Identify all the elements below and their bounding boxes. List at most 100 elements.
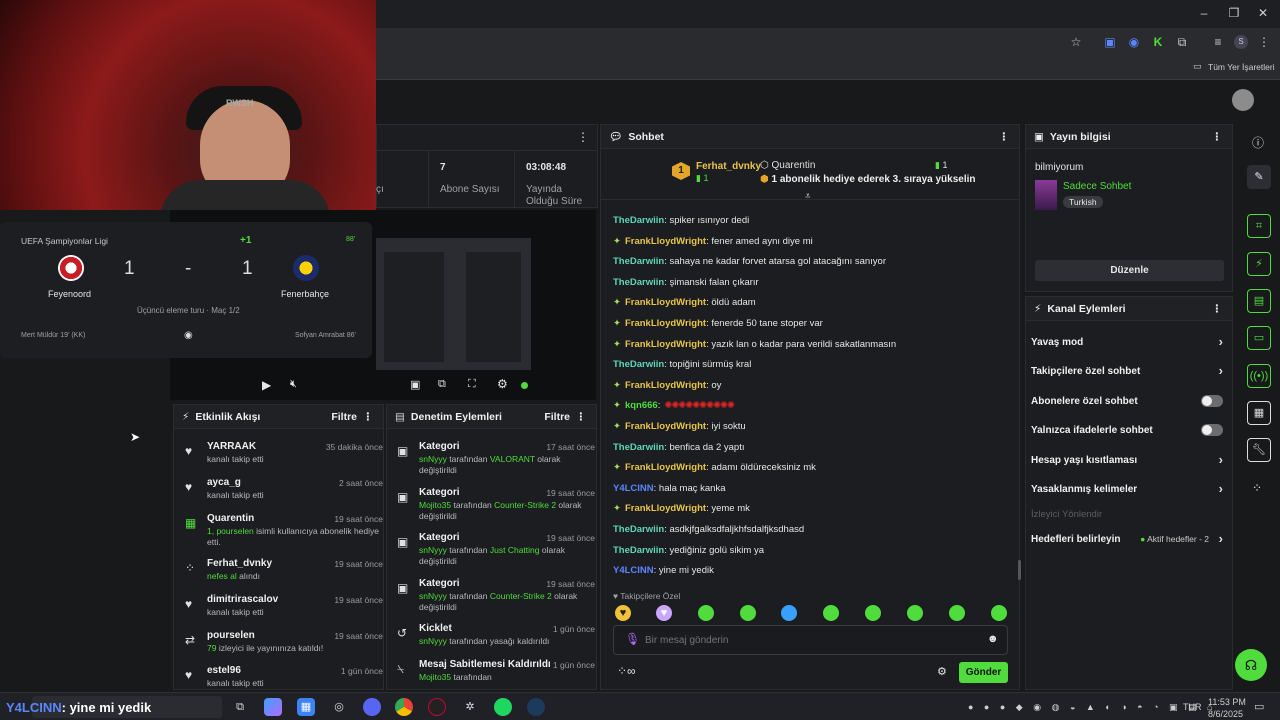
emote-kick-4-icon[interactable] [823,605,839,621]
chat-username[interactable]: FrankLloydWright [625,297,706,308]
slow-mode-row[interactable]: Yavaş mod › [1031,332,1227,352]
support-headset-icon[interactable]: ☊ [1235,649,1267,681]
chat-menu-icon[interactable]: ⋮ [999,131,1010,143]
chat-username[interactable]: FrankLloydWright [625,318,706,329]
broadcast-icon[interactable]: ((•)) [1247,364,1271,388]
collapse-icon[interactable]: ⩡ [805,191,811,202]
close-icon[interactable]: ✕ [1256,6,1270,20]
audio-icon[interactable]: ◉ [1126,34,1142,50]
pip-icon[interactable]: ▣ [410,378,420,391]
chat-username[interactable]: TheDarwiin [613,359,664,370]
chat-username[interactable]: FrankLloydWright [625,339,706,350]
media-player-icon[interactable]: ◎ [330,698,348,716]
banned-words-row[interactable]: Yasaklanmış kelimeler › [1031,479,1227,499]
media-icon[interactable]: ≡ [1210,34,1226,50]
star-icon[interactable]: ☆ [1068,34,1084,50]
discord-icon[interactable] [363,698,381,716]
minimize-icon[interactable]: – [1197,6,1211,20]
emote-heart-yellow-icon[interactable]: ♥ [615,605,631,621]
chat-username[interactable]: TheDarwiin [613,215,664,226]
language-indicator[interactable]: TUR [1183,702,1202,712]
task-view-icon[interactable]: ⧉ [231,698,249,716]
chat-settings-icon[interactable]: ⚙ [937,665,947,678]
emote-kick-8-icon[interactable] [991,605,1007,621]
emote-kick-2-icon[interactable] [740,605,756,621]
address-bar-row[interactable] [376,28,1280,56]
stream-category[interactable]: Sadece Sohbet [1063,181,1131,192]
emote-kick-6-icon[interactable] [907,605,923,621]
chat-username[interactable]: FrankLloydWright [625,421,706,432]
emote-kick-7-icon[interactable] [949,605,965,621]
chat-scrollbar[interactable] [1018,560,1021,580]
goals-row[interactable]: Hedefleri belirleyin ● Aktif hedefler - 2… [1031,529,1227,549]
emoji-icon[interactable]: ☻ [987,633,999,645]
chat-username[interactable]: TheDarwiin [613,545,664,556]
chat-username[interactable]: Y4LCINN [613,483,654,494]
fullscreen-icon[interactable]: ⛶ [468,378,476,391]
steelseries-icon[interactable]: ✲ [461,698,479,716]
chat-icon[interactable]: ▭ [1247,326,1271,350]
chat-username[interactable]: FrankLloydWright [625,462,706,473]
translate-icon[interactable]: ▣ [1102,34,1118,50]
edit-button[interactable]: Düzenle [1035,260,1224,281]
kick-extension-icon[interactable]: K [1150,34,1166,50]
chat-username[interactable]: kqn666 [625,400,658,411]
channel-actions-menu-icon[interactable]: ⋮ [1212,303,1223,315]
all-bookmarks-link[interactable]: Tüm Yer İşaretleri [1208,62,1275,72]
store-icon[interactable]: ▦ [297,698,315,716]
mute-icon[interactable]: 🔇︎ [290,378,297,391]
lightning-icon[interactable]: ⚡ [1247,252,1271,276]
obs-icon[interactable] [428,698,446,716]
menu-icon[interactable]: ⋮ [1256,34,1272,50]
profile-avatar[interactable]: S [1234,35,1248,49]
chat-username[interactable]: Y4LCINN [613,565,654,576]
document-icon[interactable]: ▤ [1247,289,1271,313]
chat-username[interactable]: FrankLloydWright [625,236,706,247]
chrome-icon[interactable] [395,698,413,716]
spotify-icon[interactable] [494,698,512,716]
wrench-icon[interactable]: 🔧︎ [1247,438,1271,462]
restore-icon[interactable]: ❐ [1227,6,1241,20]
user-avatar[interactable] [1232,89,1254,111]
stack-icon[interactable]: ▦ [1247,401,1271,425]
stream-info-menu-icon[interactable]: ⋮ [1212,131,1223,143]
clock-time[interactable]: 11:53 PM [1208,697,1246,707]
send-button[interactable]: Gönder [959,662,1008,683]
followers-only-row[interactable]: Takipçilere özel sohbet › [1031,361,1227,381]
points-icon[interactable]: ⁘ [1252,481,1262,495]
system-tray-icons[interactable]: ● ● ● ◆ ◉ ◍ ◒ ▲ ◐ ◑ ◓ ◔ ▣ ▤ ⌂ [968,702,1216,713]
mic-icon[interactable]: 🎙︎ [625,632,640,646]
emote-kick-3-icon[interactable] [781,605,797,621]
activity-filter-button[interactable]: Filtre [331,411,357,423]
chat-message-input[interactable] [645,631,975,649]
chat-username[interactable]: TheDarwiin [613,277,664,288]
emote-kick-1-icon[interactable] [698,605,714,621]
subscribers-only-toggle[interactable] [1201,395,1223,407]
settings-icon[interactable]: ⚙ [497,377,508,391]
clock-date[interactable]: 8/6/2025 [1208,709,1243,719]
moderation-filter-button[interactable]: Filtre [544,411,570,423]
scan-icon[interactable]: ⌗ [1247,214,1271,238]
info-icon[interactable]: ⓘ [1252,134,1264,151]
notifications-icon[interactable]: ▭ [1254,700,1264,713]
account-age-row[interactable]: Hesap yaşı kısıtlaması › [1031,450,1227,470]
chat-username[interactable]: TheDarwiin [613,256,664,267]
extensions-icon[interactable]: ⧉ [1174,34,1190,50]
moderation-menu-icon[interactable]: ⋮ [576,411,587,423]
emote-kick-5-icon[interactable] [865,605,881,621]
steam-icon[interactable] [527,698,545,716]
chat-username[interactable]: FrankLloydWright [625,503,706,514]
top-gifter-name[interactable]: Ferhat_dvnky [696,161,761,172]
activity-menu-icon[interactable]: ⋮ [363,411,374,423]
emote-heart-purple-icon[interactable]: ♥ [656,605,672,621]
clip-icon[interactable]: ⧉ [438,378,446,391]
copilot-icon[interactable] [264,698,282,716]
edit-pencil-icon[interactable]: ✎ [1247,165,1271,189]
chat-username[interactable]: FrankLloydWright [625,380,706,391]
chat-username[interactable]: TheDarwiin [613,524,664,535]
play-icon[interactable]: ▶ [262,378,271,392]
emote-only-toggle[interactable] [1201,424,1223,436]
kick-points-button-icon[interactable]: ⁘∞ [617,664,636,678]
stats-menu-icon[interactable]: ⋮ [577,130,589,144]
chat-username[interactable]: TheDarwiin [613,442,664,453]
